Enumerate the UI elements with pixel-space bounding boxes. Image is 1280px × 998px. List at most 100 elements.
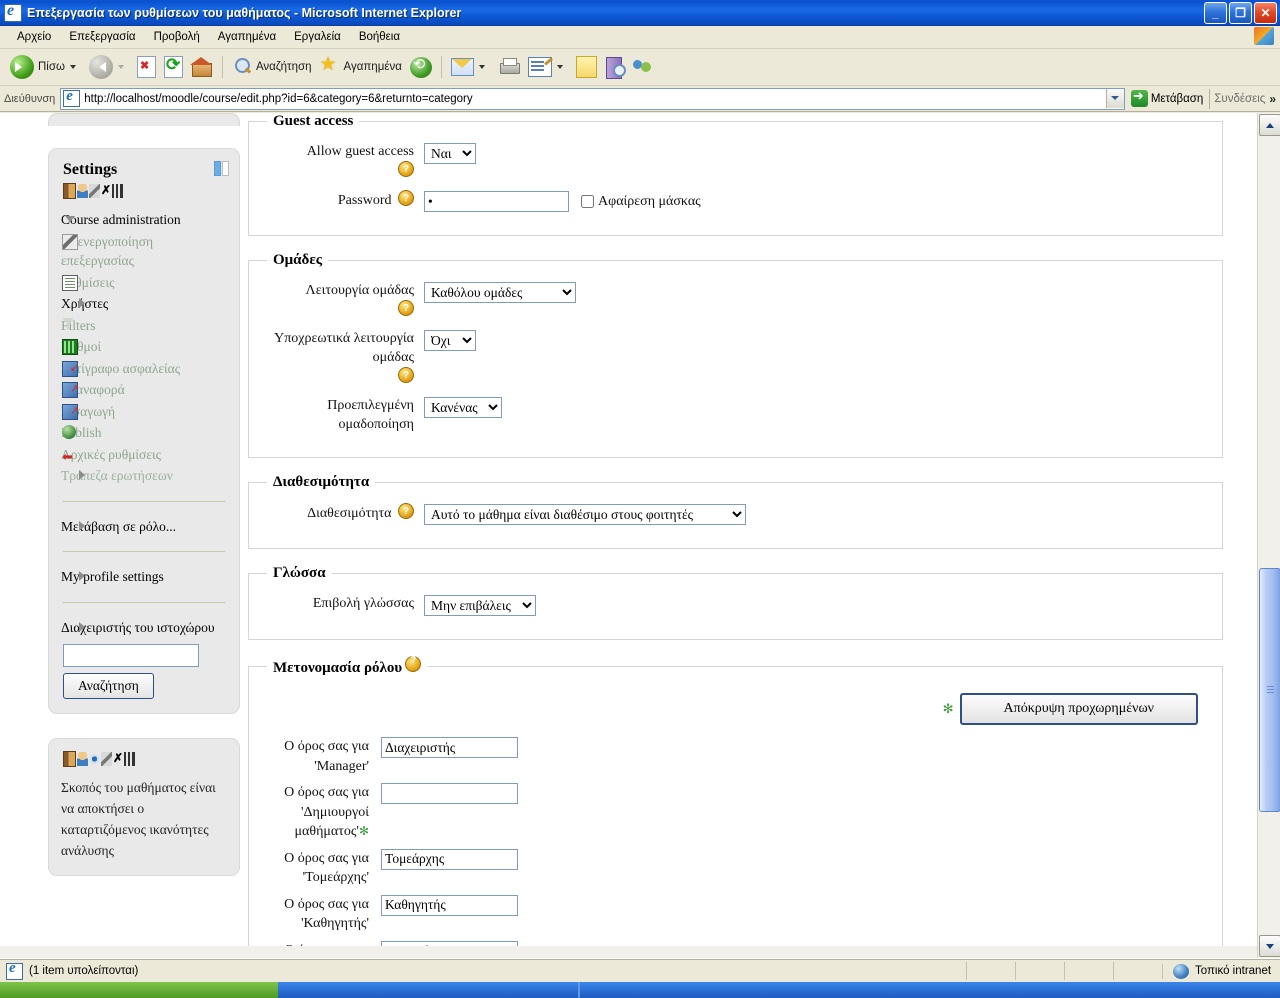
- group-mode-label: Λειτουργία ομάδας: [259, 281, 424, 320]
- course-summary-block: ✗ Σκοπός του μαθήματος είναι να αποκτήσε…: [48, 738, 240, 876]
- nav-grades[interactable]: Βαθμοί: [61, 336, 227, 358]
- page-viewport: Settings ✗ Course administration Απενεργ…: [0, 113, 1280, 970]
- edit-button[interactable]: [524, 52, 572, 82]
- dock-block-icon[interactable]: [214, 161, 229, 176]
- nav-filters[interactable]: Filters: [61, 315, 227, 337]
- force-group-mode-select[interactable]: Όχι: [424, 330, 476, 351]
- default-grouping-select[interactable]: Κανένας: [424, 397, 502, 418]
- windows-logo-icon: [1254, 27, 1274, 45]
- home-button[interactable]: [187, 52, 217, 82]
- back-dropdown-icon[interactable]: [69, 65, 76, 69]
- zone-icon: [1173, 963, 1189, 979]
- go-button[interactable]: Μετάβαση: [1125, 88, 1210, 107]
- divider-2: [63, 551, 225, 552]
- role-rename-label: Ο όρος σας για 'Δημιουργοί μαθήματος'✻: [259, 783, 381, 842]
- nav-settings[interactable]: Ρυθμίσεις: [61, 272, 227, 294]
- nav-users[interactable]: Χρήστες: [61, 293, 227, 315]
- nav-question-bank[interactable]: Τράπεζα ερωτήσεων: [61, 465, 227, 487]
- nav-turn-editing-off[interactable]: Απενεργοποίηση επεξεργασίας: [61, 231, 227, 272]
- unmask-checkbox[interactable]: [581, 195, 594, 208]
- links-overflow-icon[interactable]: »: [1269, 92, 1276, 106]
- role-rename-input-manager[interactable]: [381, 737, 518, 758]
- menu-edit[interactable]: Επεξεργασία: [60, 29, 144, 45]
- nav-site-administration[interactable]: Διαχειριστής του ιστοχώρου: [61, 617, 227, 639]
- messenger-button[interactable]: [628, 52, 658, 82]
- unmask-checkbox-wrap[interactable]: Αφαίρεση μάσκας: [581, 194, 701, 210]
- profile-settings-nav: My profile settings: [61, 566, 227, 588]
- nav-restore[interactable]: Επαναφορά: [61, 379, 227, 401]
- mail-button[interactable]: [447, 52, 494, 82]
- role-rename-input-coursecreator[interactable]: [381, 783, 518, 804]
- sidebar-search-button[interactable]: Αναζήτηση: [63, 673, 154, 699]
- help-icon[interactable]: [398, 189, 414, 208]
- sidebar-search-input[interactable]: [63, 644, 199, 667]
- nav-import[interactable]: Εισαγωγή: [61, 401, 227, 423]
- role-rename-row: Ο όρος σας για 'Manager': [259, 737, 1212, 776]
- toolbar-separator: [221, 56, 223, 78]
- back-button[interactable]: Πίσω: [6, 52, 85, 82]
- favorites-button[interactable]: Αγαπημένα: [316, 52, 406, 82]
- help-icon[interactable]: [398, 160, 414, 179]
- chevron-right-icon: [79, 298, 85, 308]
- close-button[interactable]: ✕: [1254, 2, 1277, 24]
- forward-dropdown-icon[interactable]: [117, 65, 124, 69]
- forward-arrow-icon: [88, 55, 113, 79]
- scroll-down-button[interactable]: [1259, 935, 1280, 957]
- menu-help[interactable]: Βοήθεια: [350, 29, 409, 45]
- search-button[interactable]: Αναζήτηση: [228, 52, 316, 82]
- help-icon[interactable]: [398, 299, 414, 318]
- nav-my-profile-settings[interactable]: My profile settings: [61, 566, 227, 588]
- scrollbar-thumb[interactable]: [1259, 568, 1280, 812]
- note-icon: [575, 56, 597, 78]
- links-bar[interactable]: Συνδέσεις »: [1209, 88, 1280, 109]
- label-text: Επιβολή γλώσσας: [312, 596, 414, 611]
- nav-course-administration[interactable]: Course administration: [61, 209, 227, 231]
- nav-backup[interactable]: Αντίγραφο ασφαλείας: [61, 358, 227, 380]
- maximize-button[interactable]: ❐: [1229, 2, 1252, 24]
- x-icon: ✗: [113, 751, 124, 765]
- menu-favorites[interactable]: Αγαπημένα: [209, 29, 285, 45]
- guest-password-input[interactable]: [424, 191, 569, 212]
- taskbar-start-area[interactable]: [0, 982, 278, 998]
- menu-file[interactable]: Αρχείο: [8, 29, 60, 45]
- book-icon: [605, 56, 626, 79]
- group-mode-select[interactable]: Καθόλου ομάδες: [424, 282, 576, 303]
- address-input[interactable]: http://localhost/moodle/course/edit.php?…: [60, 87, 1125, 110]
- horizontal-scrollbar[interactable]: [0, 946, 1258, 958]
- minimize-button[interactable]: _: [1204, 2, 1227, 24]
- security-zone[interactable]: Τοπικό intranet: [1162, 963, 1280, 979]
- address-dropdown-button[interactable]: [1105, 88, 1124, 108]
- menu-view[interactable]: Προβολή: [145, 29, 209, 45]
- availability-row: Διαθεσιμότητα Αυτό το μάθημα είναι διαθέ…: [259, 502, 1212, 525]
- edit-dropdown-icon[interactable]: [556, 65, 563, 69]
- help-icon[interactable]: [398, 366, 414, 385]
- go-arrow-icon: [1130, 88, 1148, 107]
- mail-dropdown-icon[interactable]: [478, 65, 485, 69]
- document-icon: [62, 274, 78, 291]
- role-rename-input-tomearchis[interactable]: [381, 848, 518, 870]
- research-button[interactable]: [601, 52, 628, 82]
- status-text: (1 item υπολείπονται): [29, 965, 139, 977]
- discuss-button[interactable]: [572, 52, 601, 82]
- help-icon[interactable]: [405, 655, 422, 672]
- nav-publish[interactable]: Publish: [61, 422, 227, 444]
- print-button[interactable]: [494, 52, 524, 82]
- scroll-up-button[interactable]: [1259, 114, 1280, 136]
- history-button[interactable]: [406, 52, 436, 82]
- nav-reset[interactable]: Αρχικές ρυθμίσεις: [61, 444, 227, 466]
- minimize-icon: _: [1212, 6, 1219, 20]
- pen-icon: [62, 233, 78, 250]
- hide-advanced-button[interactable]: Απόκρυψη προχωρημένων: [959, 693, 1198, 725]
- stop-button[interactable]: [133, 52, 160, 82]
- status-bar: (1 item υπολείπονται) Τοπικό intranet: [0, 959, 1280, 982]
- refresh-button[interactable]: [160, 52, 187, 82]
- role-rename-input-teacher[interactable]: [381, 894, 518, 916]
- forward-button[interactable]: [85, 52, 133, 82]
- allow-guest-access-select[interactable]: Ναι: [424, 143, 476, 164]
- availability-select[interactable]: Αυτό το μάθημα είναι διαθέσιμο στους φοι…: [424, 504, 746, 525]
- help-icon[interactable]: [398, 502, 414, 521]
- vertical-scrollbar[interactable]: [1257, 113, 1280, 958]
- force-language-select[interactable]: Μην επιβάλεις: [424, 595, 536, 616]
- menu-tools[interactable]: Εργαλεία: [285, 29, 350, 45]
- nav-switch-role[interactable]: Μετάβαση σε ρόλο...: [61, 516, 227, 538]
